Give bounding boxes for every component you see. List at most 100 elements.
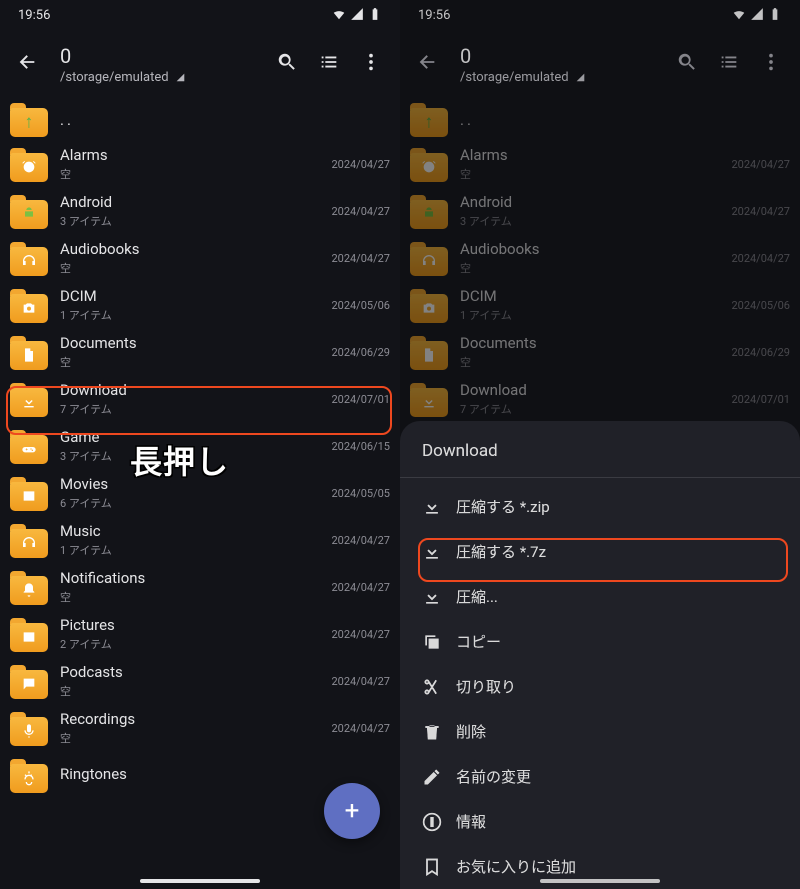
folder-date: 2024/04/27 xyxy=(323,252,390,265)
folder-icon xyxy=(10,383,48,417)
overflow-button[interactable] xyxy=(360,51,382,77)
pencil-icon xyxy=(422,767,456,787)
back-button[interactable] xyxy=(16,51,46,77)
folder-date: 2024/04/27 xyxy=(323,628,390,641)
download-arrow-icon xyxy=(422,587,456,607)
folder-row[interactable]: Podcasts 空 2024/04/27 xyxy=(0,658,400,705)
menu-item[interactable]: 圧縮... xyxy=(400,574,800,619)
menu-label: 名前の変更 xyxy=(456,766,531,787)
folder-name: Download xyxy=(460,382,723,399)
folder-row[interactable]: Notifications 空 2024/04/27 xyxy=(0,564,400,611)
menu-label: 切り取り xyxy=(456,676,516,697)
folder-sub: 空 xyxy=(60,589,323,605)
folder-row[interactable]: DCIM 1 アイテム 2024/05/06 xyxy=(400,282,800,329)
folder-name: Documents xyxy=(460,335,723,352)
folder-date: 2024/07/01 xyxy=(323,393,390,406)
folder-name: Alarms xyxy=(460,147,723,164)
path-dropdown-icon: ◢ xyxy=(577,72,585,83)
folder-row[interactable]: Documents 空 2024/06/29 xyxy=(0,329,400,376)
up-row[interactable]: ↑.. xyxy=(0,99,400,141)
folder-sub: 3 アイテム xyxy=(460,213,723,229)
sheet-divider xyxy=(400,477,800,478)
page-title: 0 xyxy=(60,44,276,68)
screenshot-right: 19:56 0 /storage/emulated ◢ ↑.. xyxy=(400,0,800,889)
menu-item[interactable]: 圧縮する *.zip xyxy=(400,484,800,529)
view-button[interactable] xyxy=(718,51,740,77)
download-arrow-icon xyxy=(422,497,456,517)
folder-sub: 2 アイテム xyxy=(60,636,323,652)
picture-icon xyxy=(21,629,37,645)
folder-icon xyxy=(10,759,48,793)
folder-icon xyxy=(10,289,48,323)
movie-icon xyxy=(21,488,37,504)
folder-row[interactable]: Android 3 アイテム 2024/04/27 xyxy=(400,188,800,235)
status-icons xyxy=(332,7,382,25)
search-button[interactable] xyxy=(276,51,298,77)
statusbar-time: 19:56 xyxy=(18,8,50,23)
folder-date: 2024/04/27 xyxy=(323,158,390,171)
menu-item[interactable]: 削除 xyxy=(400,709,800,754)
statusbar-time: 19:56 xyxy=(418,8,450,23)
context-menu-sheet: Download 圧縮する *.zip圧縮する *.7z圧縮...コピー切り取り… xyxy=(400,421,800,889)
folder-sub: 空 xyxy=(460,166,723,182)
info-icon xyxy=(422,812,456,832)
folder-row[interactable]: Audiobooks 空 2024/04/27 xyxy=(0,235,400,282)
up-label: .. xyxy=(60,111,390,129)
topbar: 0 /storage/emulated ◢ xyxy=(400,31,800,97)
nav-pill[interactable] xyxy=(140,879,260,883)
menu-item[interactable]: 圧縮する *.7z xyxy=(400,529,800,574)
back-button[interactable] xyxy=(416,51,446,77)
folder-list: ↑.. Alarms 空 2024/04/27 Android 3 アイテム 2… xyxy=(400,97,800,425)
folder-icon xyxy=(10,195,48,229)
folder-icon xyxy=(410,383,448,417)
folder-row[interactable]: Alarms 空 2024/04/27 xyxy=(0,141,400,188)
trash-icon xyxy=(422,722,456,742)
folder-name: Pictures xyxy=(60,617,323,634)
view-button[interactable] xyxy=(318,51,340,77)
nav-pill[interactable] xyxy=(540,879,660,883)
overflow-button[interactable] xyxy=(760,51,782,77)
menu-item[interactable]: 名前の変更 xyxy=(400,754,800,799)
folder-icon xyxy=(410,242,448,276)
document-icon xyxy=(21,347,37,363)
folder-date: 2024/04/27 xyxy=(723,205,790,218)
folder-row[interactable]: Alarms 空 2024/04/27 xyxy=(400,141,800,188)
menu-item[interactable]: コピー xyxy=(400,619,800,664)
folder-row[interactable]: Audiobooks 空 2024/04/27 xyxy=(400,235,800,282)
folder-icon xyxy=(10,336,48,370)
folder-row[interactable]: Pictures 2 アイテム 2024/04/27 xyxy=(0,611,400,658)
folder-sub: 空 xyxy=(60,730,323,746)
folder-date: 2024/05/05 xyxy=(323,487,390,500)
title-block[interactable]: 0 /storage/emulated ◢ xyxy=(46,44,276,85)
folder-row[interactable]: DCIM 1 アイテム 2024/05/06 xyxy=(0,282,400,329)
folder-icon xyxy=(10,712,48,746)
folder-name: Recordings xyxy=(60,711,323,728)
download-icon xyxy=(21,394,37,410)
folder-row[interactable]: Download 7 アイテム 2024/07/01 xyxy=(0,376,400,423)
fab-add-button[interactable]: + xyxy=(324,783,380,839)
title-block[interactable]: 0 /storage/emulated ◢ xyxy=(446,44,676,85)
folder-name: Android xyxy=(460,194,723,211)
menu-item[interactable]: 切り取り xyxy=(400,664,800,709)
folder-date: 2024/06/29 xyxy=(723,346,790,359)
folder-row[interactable]: Android 3 アイテム 2024/04/27 xyxy=(0,188,400,235)
folder-up-icon: ↑ xyxy=(410,103,448,137)
game-icon xyxy=(21,441,37,457)
up-row[interactable]: ↑.. xyxy=(400,99,800,141)
search-button[interactable] xyxy=(676,51,698,77)
folder-row[interactable]: Documents 空 2024/06/29 xyxy=(400,329,800,376)
folder-date: 2024/04/27 xyxy=(323,205,390,218)
statusbar: 19:56 xyxy=(400,0,800,31)
folder-row[interactable]: Music 1 アイテム 2024/04/27 xyxy=(0,517,400,564)
headphones-icon xyxy=(21,253,37,269)
menu-item[interactable]: 情報 xyxy=(400,799,800,844)
folder-icon xyxy=(10,242,48,276)
ring-icon xyxy=(21,770,37,786)
folder-sub: 空 xyxy=(60,166,323,182)
download-arrow-icon xyxy=(422,542,456,562)
folder-date: 2024/04/27 xyxy=(323,534,390,547)
alarm-icon xyxy=(21,159,37,175)
folder-row[interactable]: Download 7 アイテム 2024/07/01 xyxy=(400,376,800,423)
folder-row[interactable]: Recordings 空 2024/04/27 xyxy=(0,705,400,752)
folder-icon xyxy=(10,430,48,464)
